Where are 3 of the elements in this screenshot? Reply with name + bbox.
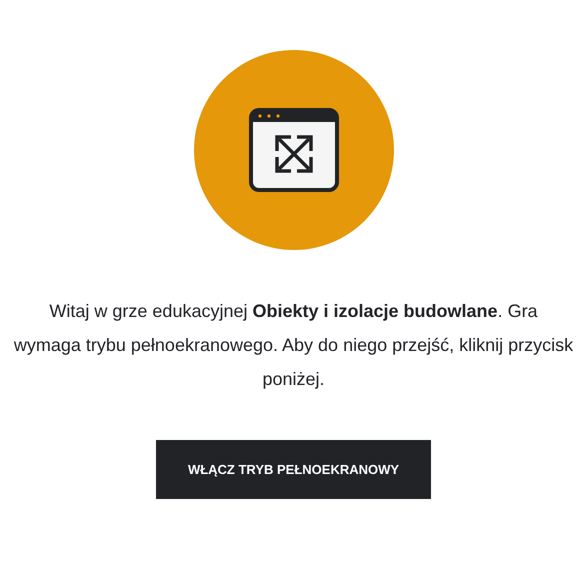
intro-text: Witaj w grze edukacyjnej Obiekty i izolacje budowlane. Gra wymaga trybu pełnoekranowego. Aby do niego przejść, kliknij przycisk poniżej. (14, 300, 574, 391)
fullscreen-window-icon (248, 108, 338, 192)
fullscreen-button[interactable]: WŁĄCZ TRYB PEŁNOEKRANOWY (156, 440, 431, 499)
